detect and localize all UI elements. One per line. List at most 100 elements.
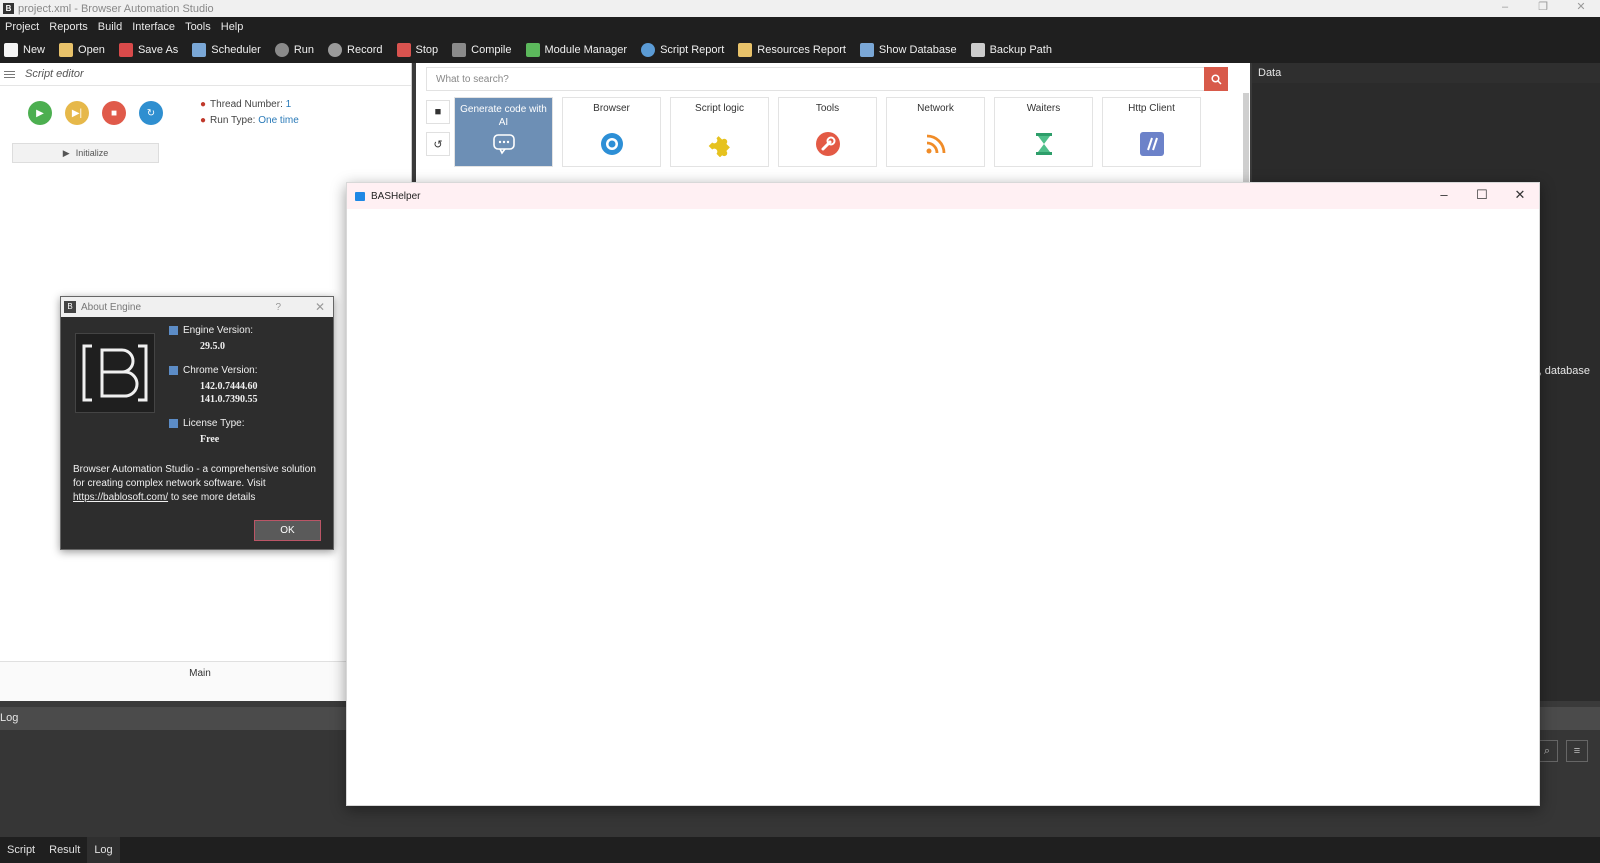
initialize-label: Initialize: [75, 148, 109, 158]
hamburger-menu-icon[interactable]: [4, 70, 15, 78]
menu-project[interactable]: Project: [4, 21, 40, 33]
card-network[interactable]: Network: [886, 97, 985, 167]
thread-number-value[interactable]: 1: [286, 99, 292, 110]
info-icon: [169, 419, 178, 428]
history-icon[interactable]: ↺: [426, 132, 450, 156]
run-button[interactable]: Run: [274, 42, 314, 57]
bablosoft-link[interactable]: https://bablosoft.com/: [73, 492, 168, 503]
card-waiters[interactable]: Waiters: [994, 97, 1093, 167]
chrome-version-row: Chrome Version:: [169, 365, 258, 376]
card-generate-ai[interactable]: Generate code with AI: [454, 97, 553, 167]
open-button[interactable]: Open: [59, 42, 105, 57]
about-engine-dialog: B About Engine ? ✕ Engine Version: 29.5.…: [60, 296, 334, 550]
hourglass-icon: [1031, 131, 1057, 157]
stop-button[interactable]: Stop: [396, 42, 438, 57]
menu-interface[interactable]: Interface: [131, 21, 176, 33]
script-editor-title: Script editor: [25, 68, 84, 80]
search-button[interactable]: [1204, 67, 1228, 91]
about-description: Browser Automation Studio - a comprehens…: [73, 463, 325, 505]
toolbar: New Open Save As Scheduler Run Record St…: [0, 36, 1600, 63]
tab-script[interactable]: Script: [0, 837, 42, 863]
card-label: Waiters: [1026, 103, 1061, 114]
action-cards: Generate code with AI Browser Script log…: [454, 97, 1201, 167]
record-icon: [328, 42, 343, 57]
bookmark-icon[interactable]: ■: [426, 100, 450, 124]
bashelper-window: BASHelper – ☐ ✕: [346, 182, 1540, 806]
card-label: Browser: [593, 103, 630, 114]
chrome-version-value-2: 141.0.7390.55: [200, 394, 258, 405]
run-type-value[interactable]: One time: [258, 115, 299, 126]
play-icon[interactable]: ▶: [28, 101, 52, 125]
about-close-button[interactable]: ✕: [315, 300, 325, 314]
card-http-client[interactable]: Http Client: [1102, 97, 1201, 167]
about-titlebar: B About Engine ? ✕: [61, 297, 333, 317]
new-button[interactable]: New: [4, 42, 45, 57]
about-fields: Engine Version: 29.5.0 Chrome Version: 1…: [169, 325, 258, 446]
new-icon: [4, 42, 18, 57]
actions-panel: What to search? ■ ↺ Generate code with A…: [416, 63, 1250, 183]
browser-icon: [599, 131, 625, 157]
menu-build[interactable]: Build: [97, 21, 123, 33]
minimize-button[interactable]: –: [1486, 0, 1524, 17]
show-database-button[interactable]: Show Database: [859, 42, 957, 57]
log-menu-icon[interactable]: ≡: [1566, 740, 1588, 762]
card-label: Generate code with AI: [460, 104, 547, 128]
help-button[interactable]: ?: [275, 302, 281, 313]
http-icon: [1139, 131, 1165, 157]
module-manager-button[interactable]: Module Manager: [525, 42, 627, 57]
stop-icon[interactable]: ■: [102, 101, 126, 125]
about-logo-icon: B: [64, 301, 76, 313]
menu-help[interactable]: Help: [220, 21, 245, 33]
run-controls: ▶ ▶| ■ ↻: [28, 101, 163, 125]
puzzle-icon: [707, 131, 733, 157]
chrome-version-label: Chrome Version:: [183, 365, 258, 376]
bashelper-title: BASHelper: [371, 190, 421, 202]
compile-button[interactable]: Compile: [452, 42, 512, 57]
menu-reports[interactable]: Reports: [48, 21, 89, 33]
actions-scrollbar[interactable]: [1243, 93, 1249, 183]
card-label: Script logic: [695, 103, 744, 114]
resources-report-button[interactable]: Resources Report: [738, 42, 846, 57]
puzzle-icon: [525, 42, 540, 57]
tab-result[interactable]: Result: [42, 837, 87, 863]
rss-icon: [923, 131, 949, 157]
tab-log[interactable]: Log: [87, 837, 120, 863]
folder-icon: [59, 42, 74, 57]
main-tab[interactable]: Main: [0, 661, 400, 701]
restart-icon[interactable]: ↻: [139, 101, 163, 125]
card-tools[interactable]: Tools: [778, 97, 877, 167]
database-label[interactable]: , database: [1539, 365, 1590, 377]
close-button[interactable]: ✕: [1562, 0, 1600, 17]
window-title: project.xml - Browser Automation Studio: [18, 2, 214, 15]
info-icon: [169, 366, 178, 375]
bashelper-close-button[interactable]: ✕: [1501, 183, 1539, 209]
license-type-label: License Type:: [183, 418, 245, 429]
script-report-button[interactable]: Script Report: [641, 42, 724, 57]
chat-bubble-icon: [491, 131, 517, 157]
ok-button[interactable]: OK: [254, 520, 321, 541]
menu-tools[interactable]: Tools: [184, 21, 212, 33]
bashelper-maximize-button[interactable]: ☐: [1463, 183, 1501, 209]
initialize-button[interactable]: ▶ Initialize: [12, 143, 159, 163]
bashelper-icon: [355, 191, 365, 201]
data-panel-title: Data: [1252, 63, 1600, 83]
card-browser[interactable]: Browser: [562, 97, 661, 167]
bashelper-minimize-button[interactable]: –: [1425, 183, 1463, 209]
see-more-text: to see more details: [170, 492, 256, 503]
restore-button[interactable]: ❐: [1524, 0, 1562, 17]
step-icon[interactable]: ▶|: [65, 101, 89, 125]
app-logo-icon: B: [3, 3, 14, 14]
side-icons: ■ ↺: [426, 100, 450, 156]
card-script-logic[interactable]: Script logic: [670, 97, 769, 167]
visit-text: Visit: [246, 478, 266, 489]
action-search-input[interactable]: What to search?: [426, 67, 1216, 91]
engine-version-value: 29.5.0: [200, 341, 225, 352]
bashelper-controls: – ☐ ✕: [1425, 183, 1539, 209]
card-label: Network: [917, 103, 954, 114]
save-as-button[interactable]: Save As: [118, 42, 178, 57]
record-button[interactable]: Record: [328, 42, 383, 57]
resources-icon: [738, 42, 753, 57]
scheduler-button[interactable]: Scheduler: [192, 42, 261, 57]
backup-path-button[interactable]: Backup Path: [970, 42, 1052, 57]
triangle-right-icon: ▶: [62, 147, 70, 158]
